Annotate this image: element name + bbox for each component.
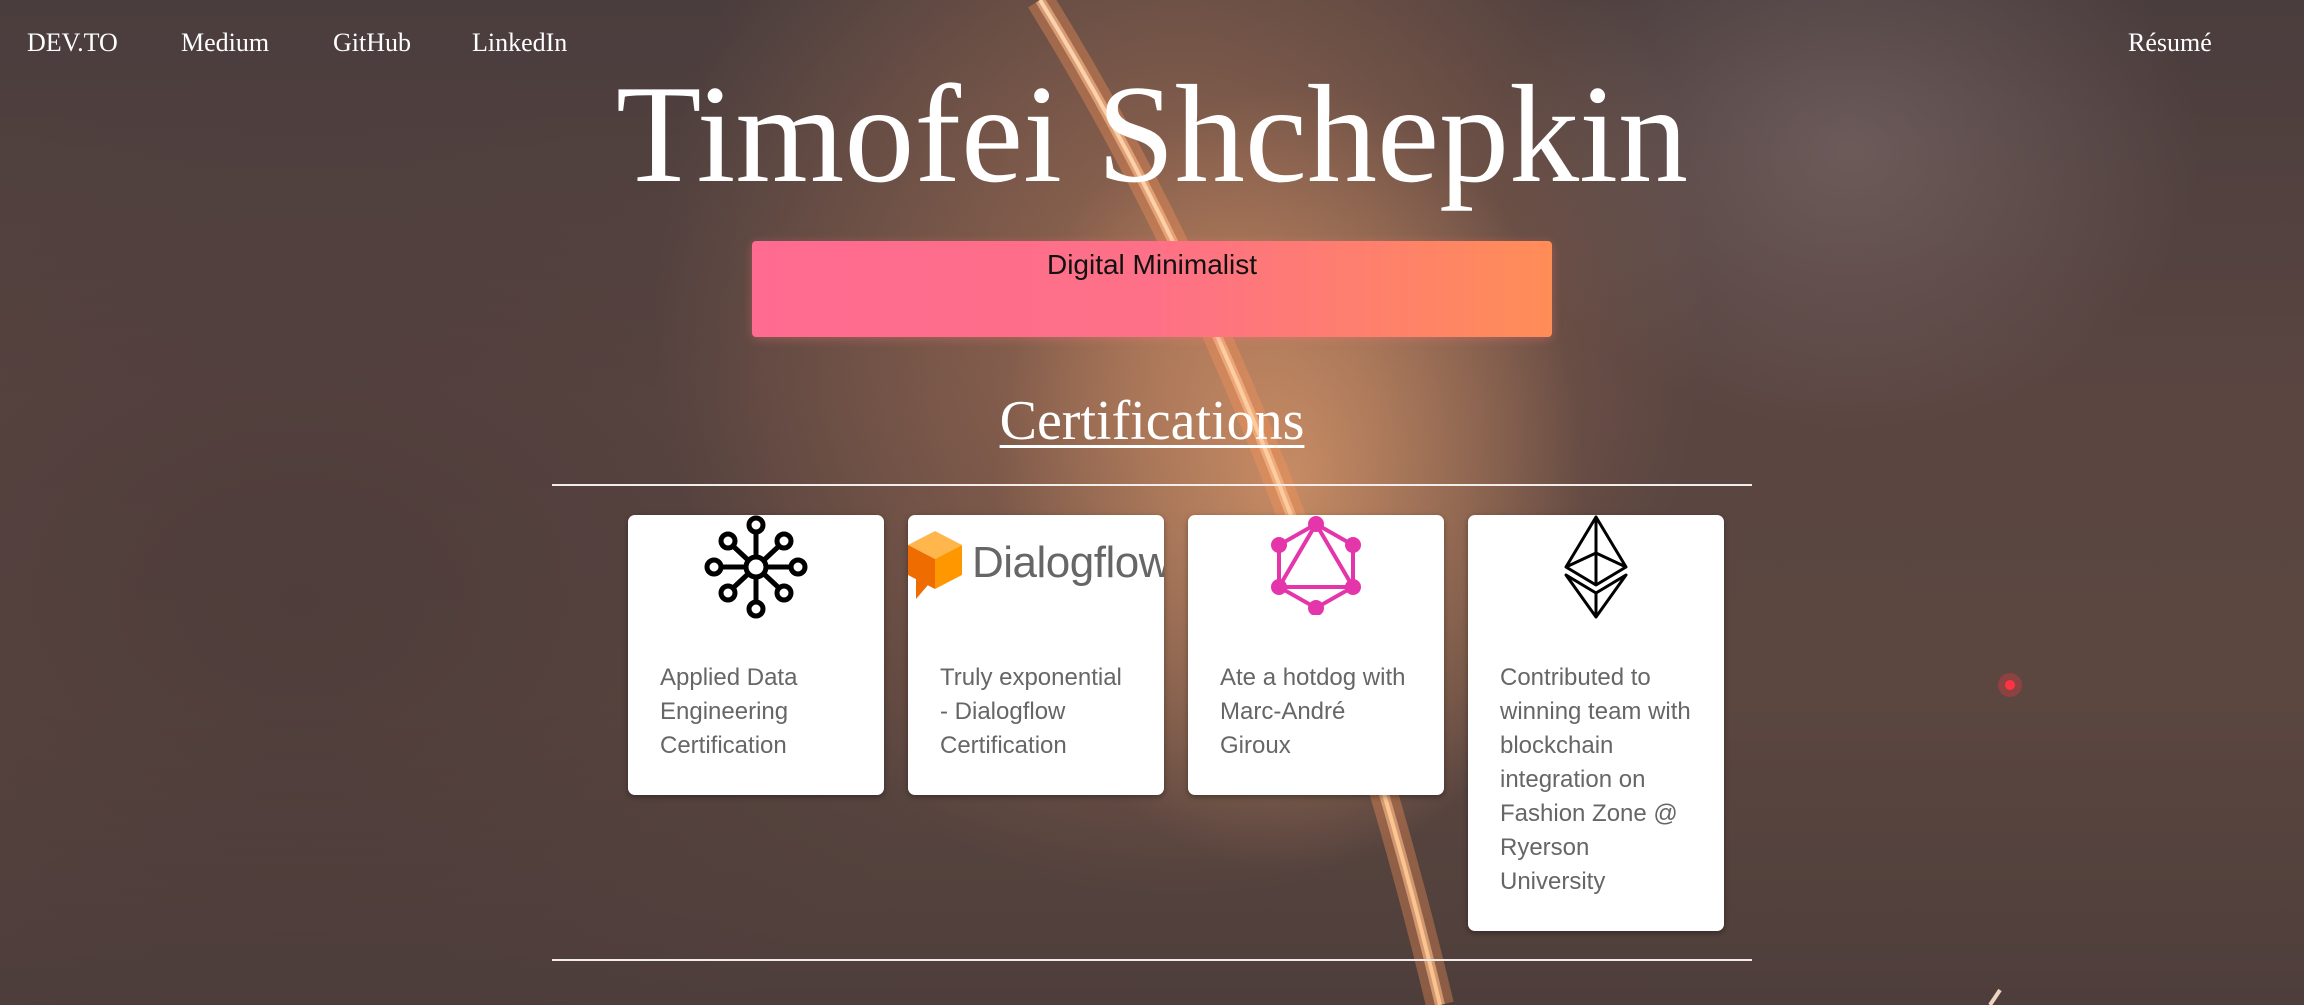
section-divider-top xyxy=(552,484,1752,486)
ethereum-icon xyxy=(1564,515,1628,619)
certification-card-text: Applied Data Engineering Certification xyxy=(660,664,798,759)
neural-network-icon xyxy=(704,515,808,619)
certification-card-text: Truly exponential - Dialogflow Certifica… xyxy=(940,664,1122,759)
dialogflow-logo-text: Dialogflow xyxy=(972,538,1164,587)
nav-link-linkedin[interactable]: LinkedIn xyxy=(472,26,567,60)
certifications-heading: Certifications xyxy=(999,390,1305,452)
certification-card-logo xyxy=(628,515,884,619)
certification-card-logo: Dialogflow xyxy=(908,515,1164,615)
nav-link-medium[interactable]: Medium xyxy=(181,26,269,60)
nav-link-github[interactable]: GitHub xyxy=(333,26,411,60)
nav-link-resume[interactable]: Résumé xyxy=(2128,26,2212,60)
certification-card[interactable]: Ate a hotdog with Marc-André Giroux xyxy=(1188,515,1444,795)
certification-card-text: Ate a hotdog with Marc-André Giroux xyxy=(1220,664,1406,759)
certification-card-logo xyxy=(1188,515,1444,615)
nav-link-devto[interactable]: DEV.TO xyxy=(27,26,118,60)
certification-card-logo xyxy=(1468,515,1724,619)
tagline-banner: Digital Minimalist xyxy=(752,241,1552,337)
section-divider-bottom xyxy=(552,959,1752,961)
certification-card[interactable]: Contributed to winning team with blockch… xyxy=(1468,515,1724,931)
page-title: Timofei Shchepkin xyxy=(615,57,1689,212)
certification-card[interactable]: Dialogflow Truly exponential - Dialogflo… xyxy=(908,515,1164,795)
certification-card[interactable]: Applied Data Engineering Certification xyxy=(628,515,884,795)
graphql-icon xyxy=(1271,516,1361,615)
dialogflow-logo-icon xyxy=(908,531,962,599)
certification-card-text: Contributed to winning team with blockch… xyxy=(1500,664,1691,895)
